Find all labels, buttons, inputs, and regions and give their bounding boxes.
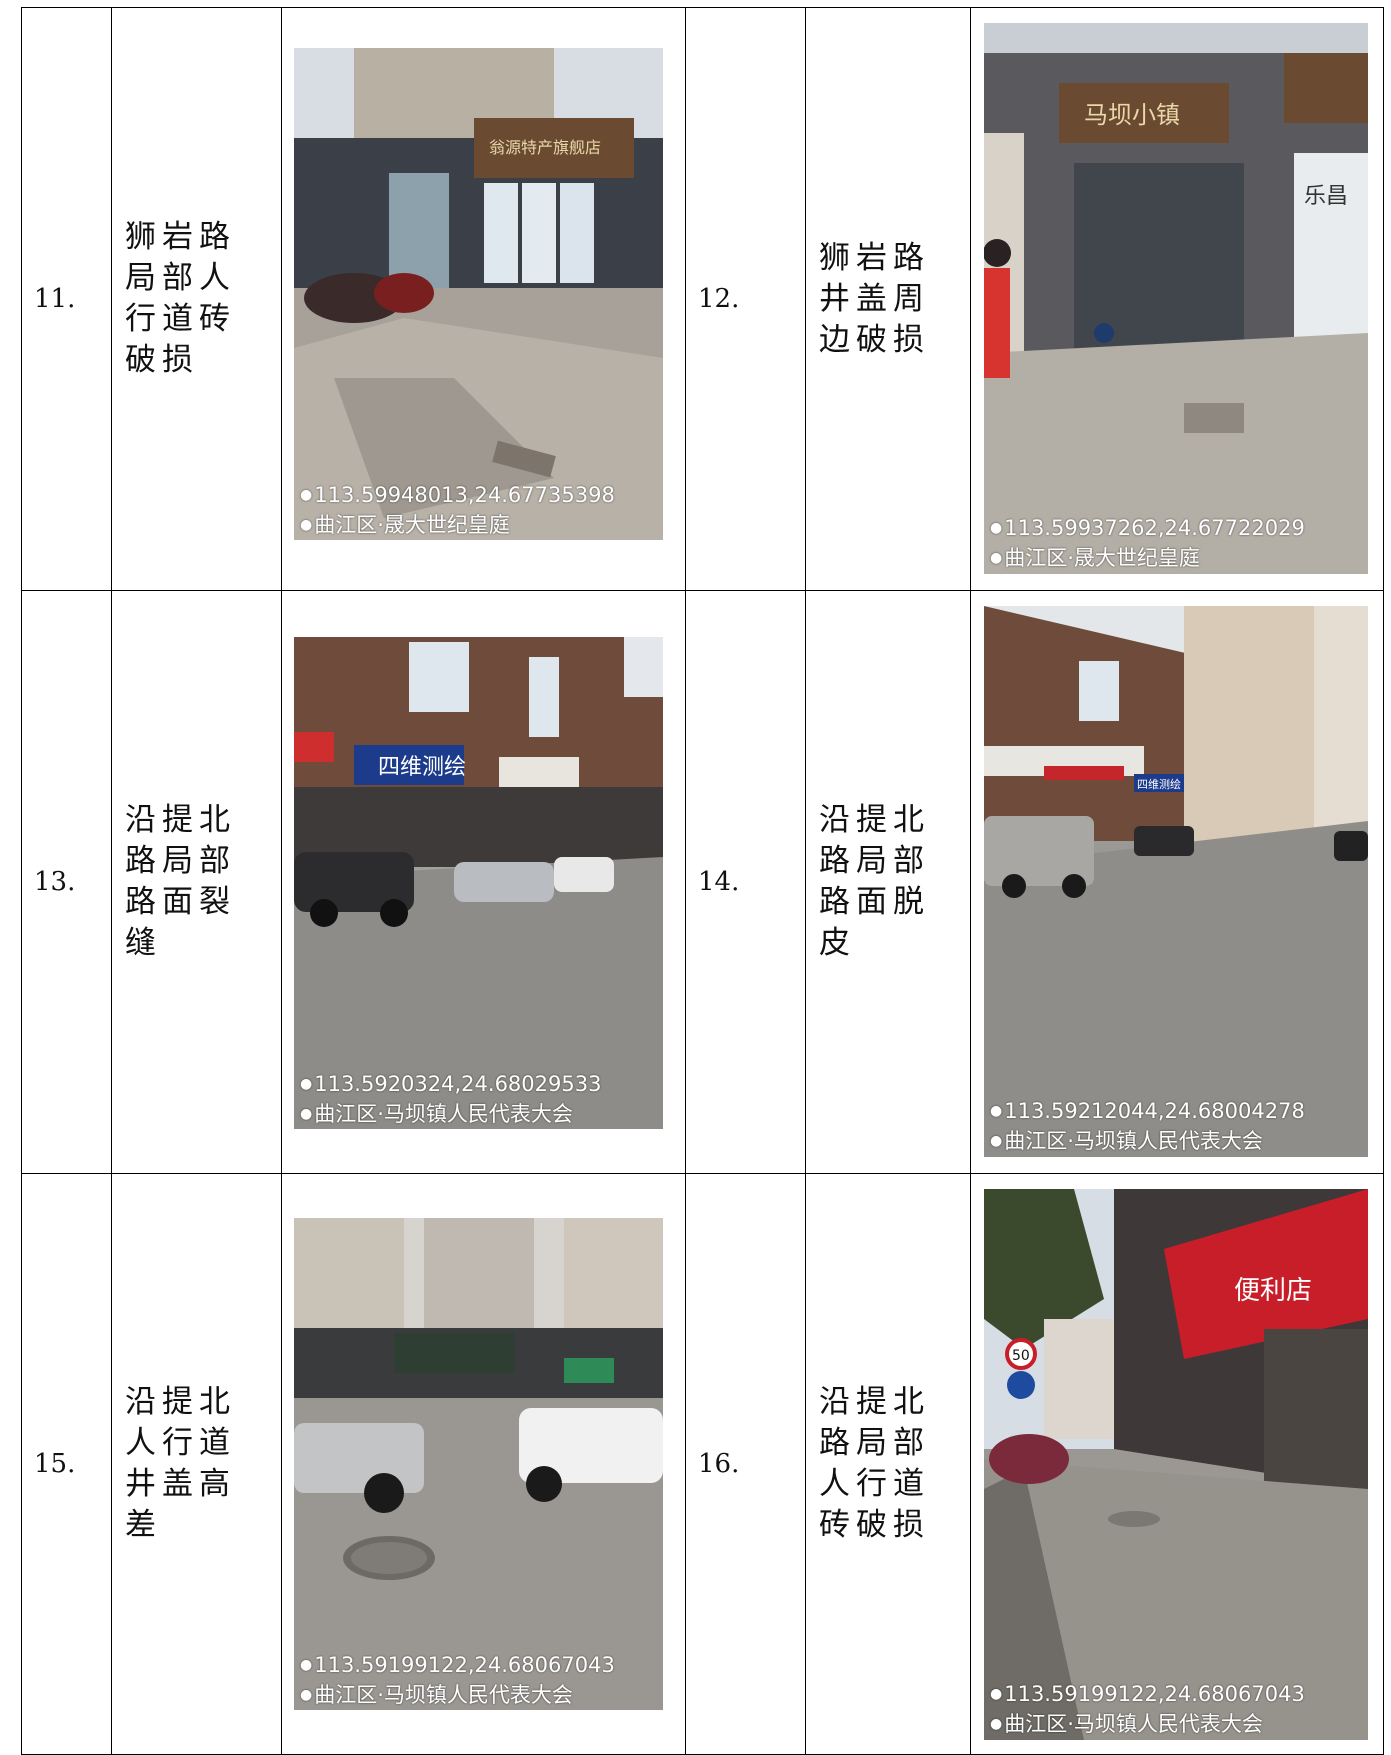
- item-number: 14.: [685, 590, 806, 1174]
- gps-coordinates: ●113.59212044,24.68004278: [990, 1099, 1305, 1123]
- site-photo: 便利店 50 ●113.59199122,24.68067043 ●曲江区·马坝…: [984, 1189, 1368, 1740]
- item-number: 12.: [685, 7, 806, 591]
- photo-cell: 马坝小镇 乐昌 ●113.59937262,24.67722029 ●曲江区·晟…: [970, 7, 1384, 591]
- item-number: 11.: [21, 7, 112, 591]
- item-description: 沿提北路局部人行道砖破损: [805, 1173, 971, 1755]
- site-photo: ●113.59199122,24.68067043 ●曲江区·马坝镇人民代表大会: [294, 1218, 663, 1710]
- table-row: 15. 沿提北人行道井盖高差 ●113.59199122,24.68067043…: [21, 1173, 1384, 1755]
- item-number: 13.: [21, 590, 112, 1174]
- photo-cell: 便利店 50 ●113.59199122,24.68067043 ●曲江区·马坝…: [970, 1173, 1384, 1755]
- location-name: ●曲江区·马坝镇人民代表大会: [300, 1102, 573, 1126]
- inspection-table: 11. 狮岩路局部人行道砖破损 翁源特产旗舰店 ●113.59948013,24…: [21, 7, 1384, 1755]
- item-description: 沿提北路局部路面裂缝: [111, 590, 282, 1174]
- svg-text:便利店: 便利店: [1234, 1276, 1312, 1306]
- item-description: 沿提北人行道井盖高差: [111, 1173, 282, 1755]
- svg-text:四维测绘: 四维测绘: [1137, 777, 1181, 791]
- site-photo: 翁源特产旗舰店 ●113.59948013,24.67735398 ●曲江区·晟…: [294, 48, 663, 540]
- gps-coordinates: ●113.5920324,24.68029533: [300, 1072, 602, 1096]
- svg-text:翁源特产旗舰店: 翁源特产旗舰店: [489, 138, 601, 157]
- svg-text:50: 50: [1012, 1348, 1030, 1364]
- photo-cell: 四维测绘 ●113.5920324,24.68029533 ●曲江区·马坝镇人民…: [281, 590, 686, 1174]
- gps-coordinates: ●113.59199122,24.68067043: [990, 1682, 1305, 1706]
- item-number: 15.: [21, 1173, 112, 1755]
- item-number: 16.: [685, 1173, 806, 1755]
- location-name: ●曲江区·马坝镇人民代表大会: [990, 1712, 1263, 1736]
- photo-cell: 翁源特产旗舰店 ●113.59948013,24.67735398 ●曲江区·晟…: [281, 7, 686, 591]
- photo-cell: 四维测绘 ●113.59212044,24.68004278 ●曲江区·马坝镇人…: [970, 590, 1384, 1174]
- site-photo: 四维测绘 ●113.59212044,24.68004278 ●曲江区·马坝镇人…: [984, 606, 1368, 1157]
- location-name: ●曲江区·马坝镇人民代表大会: [990, 1129, 1263, 1153]
- svg-text:马坝小镇: 马坝小镇: [1084, 101, 1180, 129]
- item-description: 狮岩路井盖周边破损: [805, 7, 971, 591]
- gps-coordinates: ●113.59199122,24.68067043: [300, 1653, 615, 1677]
- item-description: 狮岩路局部人行道砖破损: [111, 7, 282, 591]
- gps-coordinates: ●113.59937262,24.67722029: [990, 516, 1305, 540]
- svg-text:乐昌: 乐昌: [1304, 184, 1348, 209]
- site-photo: 四维测绘 ●113.5920324,24.68029533 ●曲江区·马坝镇人民…: [294, 637, 663, 1129]
- photo-cell: ●113.59199122,24.68067043 ●曲江区·马坝镇人民代表大会: [281, 1173, 686, 1755]
- location-name: ●曲江区·晟大世纪皇庭: [300, 513, 510, 537]
- item-description: 沿提北路局部路面脱皮: [805, 590, 971, 1174]
- gps-coordinates: ●113.59948013,24.67735398: [300, 483, 615, 507]
- table-row: 13. 沿提北路局部路面裂缝 四维测绘 ●113.5920324,24.6802…: [21, 590, 1384, 1174]
- site-photo: 马坝小镇 乐昌 ●113.59937262,24.67722029 ●曲江区·晟…: [984, 23, 1368, 574]
- location-name: ●曲江区·马坝镇人民代表大会: [300, 1683, 573, 1707]
- table-row: 11. 狮岩路局部人行道砖破损 翁源特产旗舰店 ●113.59948013,24…: [21, 7, 1384, 591]
- svg-text:四维测绘: 四维测绘: [378, 755, 466, 780]
- location-name: ●曲江区·晟大世纪皇庭: [990, 546, 1200, 570]
